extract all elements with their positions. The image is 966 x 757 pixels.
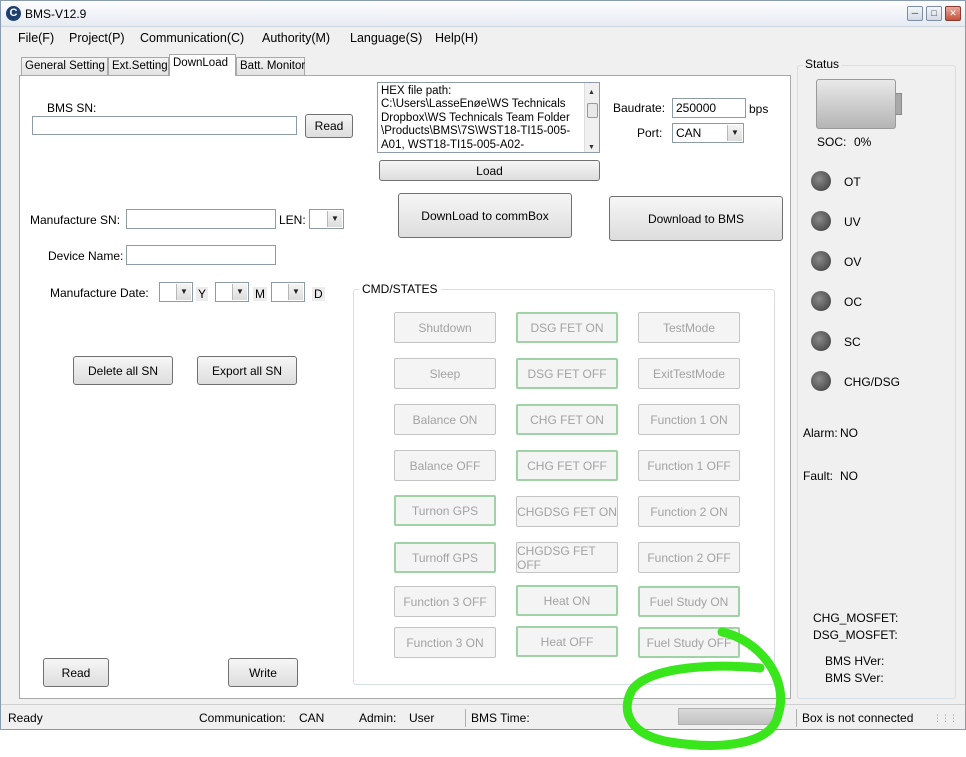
- green-annotation-scribble: [622, 627, 786, 750]
- tab-download[interactable]: DownLoad: [169, 54, 236, 76]
